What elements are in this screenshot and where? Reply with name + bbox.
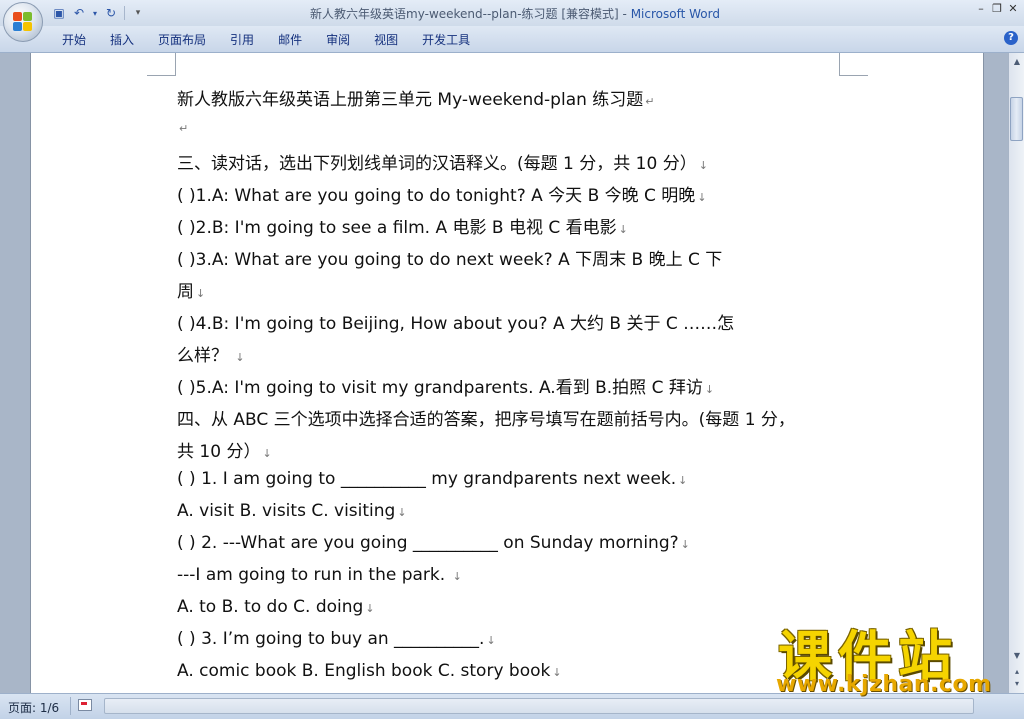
tab-insert[interactable]: 插入 xyxy=(100,29,144,50)
office-logo-icon xyxy=(13,12,33,32)
doc-text: 三、读对话，选出下列划线单词的汉语释义。(每题 1 分，共 10 分） xyxy=(177,154,697,174)
window-title: 新人教六年级英语my-weekend--plan-练习题 [兼容模式] - Mi… xyxy=(300,5,730,22)
doc-line: 么样？ ↓ xyxy=(177,346,245,366)
close-icon[interactable]: ✕ xyxy=(1006,2,1020,16)
doc-line: A. visit B. visits C. visiting ↓ xyxy=(177,501,407,521)
office-button[interactable] xyxy=(3,2,43,42)
undo-dropdown-icon[interactable]: ▾ xyxy=(92,6,98,20)
next-page-icon[interactable]: ▾ xyxy=(1010,677,1024,691)
tab-page-layout[interactable]: 页面布局 xyxy=(148,29,216,50)
save-icon[interactable]: ▣ xyxy=(52,6,66,20)
doc-line: ( ) 3. I’m going to buy an __________. ↓ xyxy=(177,629,496,649)
customize-icon[interactable]: ▾ xyxy=(131,6,145,20)
quick-access-toolbar: ▣ ↶ ▾ ↻ ▾ xyxy=(52,4,145,22)
toolbar-separator xyxy=(124,6,125,20)
document-area: 新人教版六年级英语上册第三单元 My-weekend-plan 练习题 ↵ ↵ 三… xyxy=(0,53,1008,693)
page-indicator[interactable]: 页面: 1/6 xyxy=(8,699,59,716)
margin-corner-left xyxy=(147,53,176,76)
horizontal-scrollbar[interactable] xyxy=(104,698,974,714)
proofing-icon[interactable] xyxy=(78,699,92,711)
tab-references[interactable]: 引用 xyxy=(220,29,264,50)
doc-line: ( )4.B: I'm going to Beijing, How about … xyxy=(177,314,735,334)
paragraph-mark: ↵ xyxy=(179,122,189,135)
undo-icon[interactable]: ↶ xyxy=(72,6,86,20)
ribbon-tab-bar: 开始 插入 页面布局 引用 邮件 审阅 视图 开发工具 ? xyxy=(0,26,1024,53)
app-name: Microsoft Word xyxy=(630,7,720,21)
doc-line: A. to B. to do C. doing ↓ xyxy=(177,597,375,617)
line-break-mark: ↓ xyxy=(698,159,708,172)
title-bar: ▣ ↶ ▾ ↻ ▾ 新人教六年级英语my-weekend--plan-练习题 [… xyxy=(0,0,1024,26)
paragraph-mark: ↵ xyxy=(645,95,655,108)
doc-line: ( )2.B: I'm going to see a film. A 电影 B … xyxy=(177,218,628,238)
doc-line-section3-heading: 三、读对话，选出下列划线单词的汉语释义。(每题 1 分，共 10 分） ↓ xyxy=(177,149,708,174)
redo-icon[interactable]: ↻ xyxy=(104,6,118,20)
tab-view[interactable]: 视图 xyxy=(364,29,408,50)
watermark-logo: 课件站 www.kjzhan.com xyxy=(770,612,1010,697)
doc-line-empty: ↵ xyxy=(177,117,188,137)
ribbon-tabs: 开始 插入 页面布局 引用 邮件 审阅 视图 开发工具 xyxy=(52,29,484,50)
doc-line: ( ) 2. ---What are you going __________ … xyxy=(177,533,690,553)
tab-mailings[interactable]: 邮件 xyxy=(268,29,312,50)
scroll-up-icon[interactable]: ▲ xyxy=(1010,55,1024,69)
document-title: 新人教六年级英语my-weekend--plan-练习题 [兼容模式] - xyxy=(310,7,631,21)
doc-line: ( )1.A: What are you going to do tonight… xyxy=(177,186,707,206)
margin-corner-right xyxy=(839,53,868,76)
status-separator xyxy=(70,697,71,715)
document-page[interactable]: 新人教版六年级英语上册第三单元 My-weekend-plan 练习题 ↵ ↵ 三… xyxy=(30,53,984,693)
watermark-url: www.kjzhan.com xyxy=(776,672,992,697)
doc-line-title: 新人教版六年级英语上册第三单元 My-weekend-plan 练习题 ↵ xyxy=(177,90,655,110)
doc-line: A. comic book B. English book C. story b… xyxy=(177,661,562,681)
tab-review[interactable]: 审阅 xyxy=(316,29,360,50)
doc-line: ---I am going to run in the park. ↓ xyxy=(177,565,462,585)
doc-line: 周 ↓ xyxy=(177,282,206,302)
doc-line: 共 10 分） ↓ xyxy=(177,442,272,462)
restore-icon[interactable]: ❐ xyxy=(990,2,1004,16)
tab-developer[interactable]: 开发工具 xyxy=(412,29,480,50)
doc-line: ( )5.A: I'm going to visit my grandparen… xyxy=(177,378,715,398)
window-controls: – ❐ ✕ xyxy=(974,2,1020,16)
scroll-thumb[interactable] xyxy=(1010,97,1023,141)
doc-line: ( ) 1. I am going to __________ my grand… xyxy=(177,469,688,489)
help-icon[interactable]: ? xyxy=(1004,31,1018,45)
doc-line: ( )3.A: What are you going to do next we… xyxy=(177,250,723,270)
scroll-down-icon[interactable]: ▼ xyxy=(1010,649,1024,663)
tab-home[interactable]: 开始 xyxy=(52,29,96,50)
vertical-scrollbar[interactable]: ▲ ▼ ▴ ▾ xyxy=(1008,53,1024,693)
doc-line-section4-heading: 四、从 ABC 三个选项中选择合适的答案，把序号填写在题前括号内。(每题 1 分… xyxy=(177,410,795,430)
minimize-icon[interactable]: – xyxy=(974,2,988,16)
